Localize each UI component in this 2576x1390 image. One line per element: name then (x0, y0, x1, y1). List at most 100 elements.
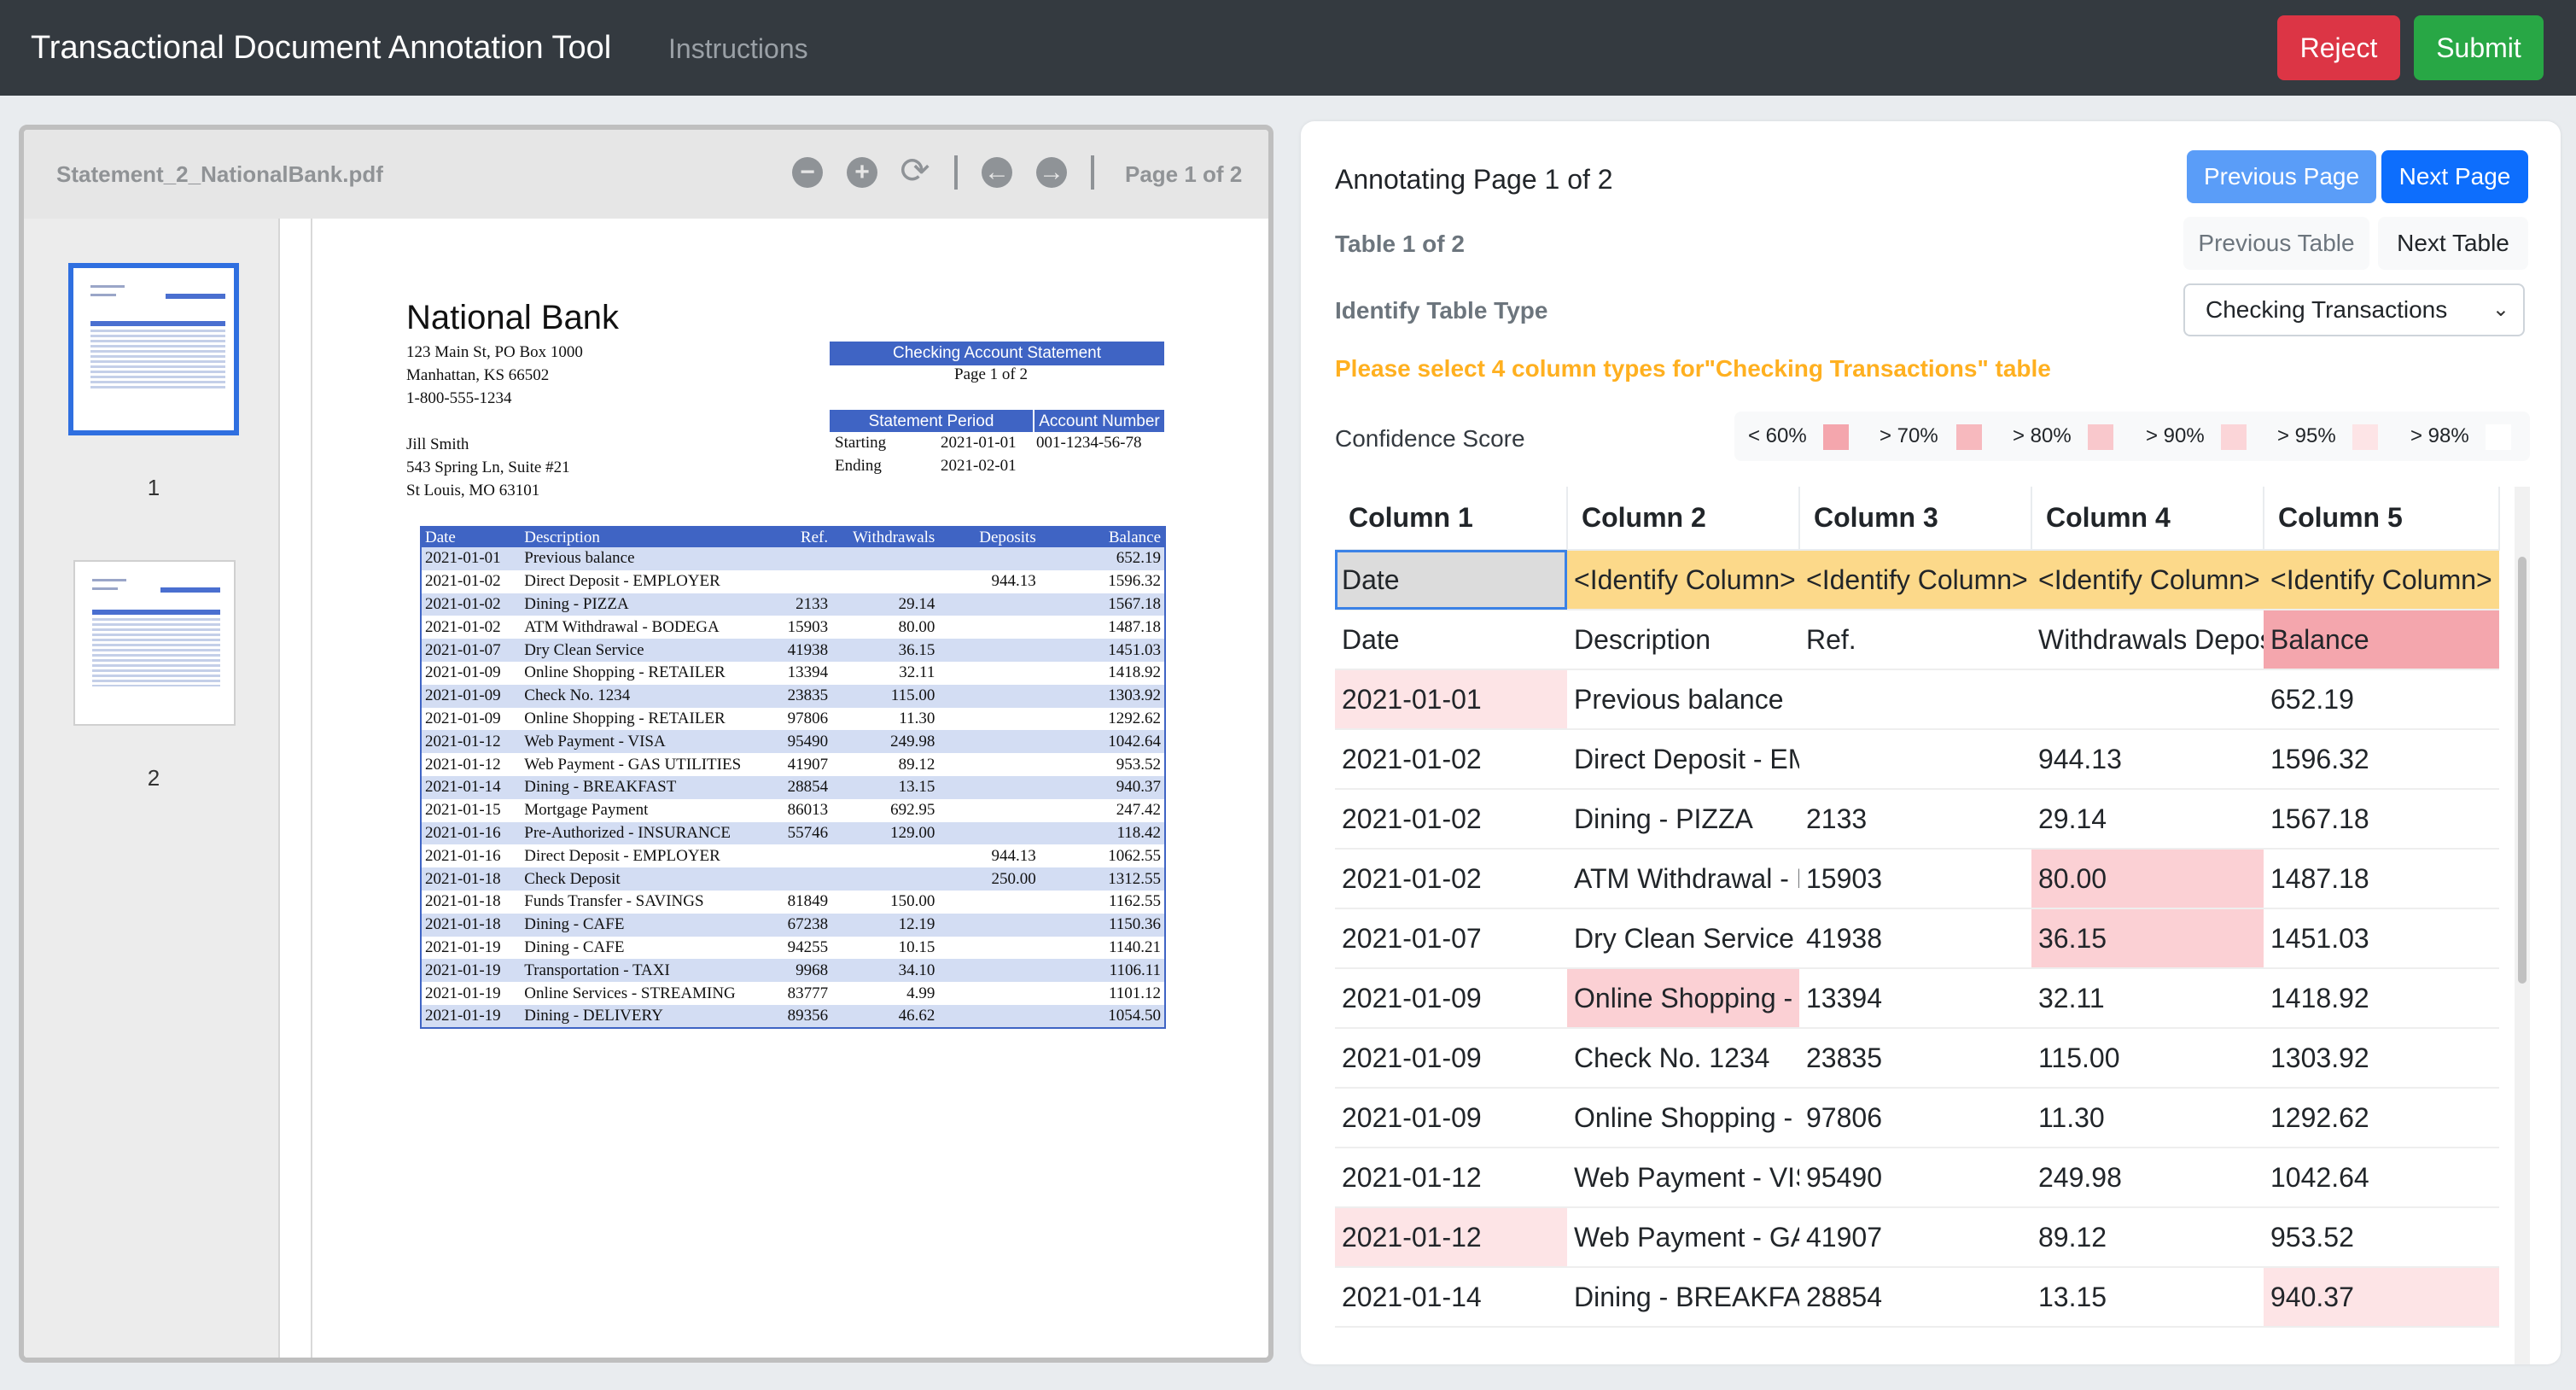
reject-button[interactable]: Reject (2277, 15, 2400, 80)
next-page-button[interactable]: Next Page (2381, 150, 2528, 203)
previous-page-button[interactable]: Previous Page (2187, 150, 2376, 203)
zoom-out-icon[interactable]: − (792, 157, 823, 188)
grid-cell[interactable]: Ref. (1799, 610, 2031, 670)
grid-cell[interactable]: 652.19 (2264, 669, 2499, 730)
grid-cell[interactable]: 2021-01-12 (1335, 1207, 1567, 1268)
grid-cell[interactable]: 2021-01-14 (1335, 1267, 1567, 1328)
grid-cell[interactable]: Balance (2264, 610, 2499, 670)
grid-cell[interactable]: 2021-01-02 (1335, 729, 1567, 790)
grid-cell[interactable]: Withdrawals Deposits (2031, 610, 2264, 670)
grid-cell[interactable]: Date (1335, 610, 1567, 670)
grid-cell[interactable]: Web Payment - GAS UTILITIES (1567, 1207, 1799, 1268)
grid-cell[interactable]: 1451.03 (2264, 908, 2499, 969)
statement-cell (938, 798, 1040, 822)
statement-cell (784, 569, 832, 593)
grid-cell[interactable]: 2133 (1799, 789, 2031, 850)
zoom-in-icon[interactable]: + (847, 157, 877, 188)
grid-cell[interactable] (2031, 669, 2264, 730)
grid-cell[interactable]: 32.11 (2031, 968, 2264, 1029)
grid-cell[interactable]: 940.37 (2264, 1267, 2499, 1328)
statement-cell: 80.00 (831, 616, 939, 640)
grid-cell[interactable]: 28854 (1799, 1267, 2031, 1328)
grid-cell[interactable]: Direct Deposit - EMPLOYER (1567, 729, 1799, 790)
column-header[interactable]: Column 3 (1799, 487, 2032, 551)
column-header[interactable]: Column 5 (2264, 487, 2500, 551)
statement-cell (831, 569, 939, 593)
grid-cell[interactable]: 1303.92 (2264, 1028, 2499, 1089)
grid-cell[interactable]: Check No. 1234 (1567, 1028, 1799, 1089)
grid-cell[interactable]: 1042.64 (2264, 1148, 2499, 1208)
grid-cell[interactable]: 95490 (1799, 1148, 2031, 1208)
grid-cell[interactable]: Online Shopping - RETAILER (1567, 1088, 1799, 1148)
column-type-cell[interactable]: <Identify Column> (1567, 550, 1799, 610)
grid-cell[interactable]: Web Payment - VISA (1567, 1148, 1799, 1208)
grid-row: 2021-01-07 Dry Clean Service 41938 36.15 145… (1335, 908, 2499, 969)
grid-cell[interactable]: 97806 (1799, 1088, 2031, 1148)
grid-cell[interactable]: 1596.32 (2264, 729, 2499, 790)
grid-cell[interactable]: 115.00 (2031, 1028, 2264, 1089)
next-table-button[interactable]: Next Table (2378, 217, 2528, 270)
grid-cell[interactable]: 89.12 (2031, 1207, 2264, 1268)
grid-cell[interactable]: 2021-01-12 (1335, 1148, 1567, 1208)
scrollbar-thumb[interactable] (2518, 557, 2526, 984)
grid-cell[interactable]: 15903 (1799, 849, 2031, 909)
instructions-link[interactable]: Instructions (668, 31, 808, 67)
grid-cell[interactable] (1799, 729, 2031, 790)
column-header[interactable]: Column 4 (2031, 487, 2264, 551)
grid-cell[interactable]: 249.98 (2031, 1148, 2264, 1208)
grid-cell[interactable]: 29.14 (2031, 789, 2264, 850)
grid-cell[interactable]: 1292.62 (2264, 1088, 2499, 1148)
grid-cell[interactable]: 1487.18 (2264, 849, 2499, 909)
grid-row: DateDescriptionRef.Withdrawals DepositsB… (1335, 610, 2499, 670)
column-header[interactable]: Column 1 (1335, 487, 1568, 551)
grid-cell[interactable]: 23835 (1799, 1028, 2031, 1089)
grid-cell[interactable]: Previous balance (1567, 669, 1799, 730)
grid-cell[interactable]: 11.30 (2031, 1088, 2264, 1148)
grid-cell[interactable]: 1567.18 (2264, 789, 2499, 850)
grid-cell[interactable]: 36.15 (2031, 908, 2264, 969)
statement-cell: 2021-01-19 (421, 959, 522, 983)
page-thumbnail-1[interactable] (68, 263, 239, 435)
refresh-icon[interactable]: ⟳ (898, 152, 932, 190)
statement-cell: 2021-01-09 (421, 661, 522, 685)
grid-cell[interactable]: 2021-01-01 (1335, 669, 1567, 730)
grid-cell[interactable]: Dining - BREAKFAST (1567, 1267, 1799, 1328)
submit-button[interactable]: Submit (2414, 15, 2544, 80)
statement-cell: 2021-01-02 (421, 616, 522, 640)
column-type-cell[interactable]: Date (1335, 550, 1567, 610)
table-type-select[interactable]: Checking Transactions ⌄ (2183, 283, 2525, 336)
confidence-swatch (1823, 424, 1849, 450)
grid-cell[interactable]: 2021-01-09 (1335, 1028, 1567, 1089)
header-cell: Deposits (938, 527, 1040, 547)
grid-cell[interactable]: Online Shopping - RETAILER (1567, 968, 1799, 1029)
grid-cell[interactable]: 13.15 (2031, 1267, 2264, 1328)
column-type-cell[interactable]: <Identify Column> (2031, 550, 2264, 610)
page-thumbnail-2[interactable] (73, 560, 236, 726)
statement-cell: 86013 (784, 798, 832, 822)
arrow-left-icon[interactable]: ← (982, 157, 1012, 188)
grid-cell[interactable]: Dry Clean Service (1567, 908, 1799, 969)
column-type-cell[interactable]: <Identify Column> (2264, 550, 2499, 610)
grid-cell[interactable]: 41907 (1799, 1207, 2031, 1268)
grid-cell[interactable] (1799, 669, 2031, 730)
grid-cell[interactable]: 13394 (1799, 968, 2031, 1029)
arrow-right-icon[interactable]: → (1036, 157, 1067, 188)
grid-cell[interactable]: 944.13 (2031, 729, 2264, 790)
grid-cell[interactable]: 2021-01-02 (1335, 849, 1567, 909)
grid-cell[interactable]: Description (1567, 610, 1799, 670)
column-header[interactable]: Column 2 (1567, 487, 1800, 551)
grid-cell[interactable]: 1418.92 (2264, 968, 2499, 1029)
column-type-cell[interactable]: <Identify Column> (1799, 550, 2031, 610)
grid-scrollbar[interactable] (2515, 487, 2530, 1364)
grid-cell[interactable]: ATM Withdrawal - BODEGA (1567, 849, 1799, 909)
statement-cell: Dining - BREAKFAST (521, 775, 784, 799)
grid-cell[interactable]: 80.00 (2031, 849, 2264, 909)
grid-cell[interactable]: Dining - PIZZA (1567, 789, 1799, 850)
grid-cell[interactable]: 2021-01-07 (1335, 908, 1567, 969)
grid-cell[interactable]: 953.52 (2264, 1207, 2499, 1268)
grid-cell[interactable]: 2021-01-09 (1335, 968, 1567, 1029)
grid-cell[interactable]: 41938 (1799, 908, 2031, 969)
previous-table-button[interactable]: Previous Table (2183, 217, 2369, 270)
grid-cell[interactable]: 2021-01-09 (1335, 1088, 1567, 1148)
grid-cell[interactable]: 2021-01-02 (1335, 789, 1567, 850)
